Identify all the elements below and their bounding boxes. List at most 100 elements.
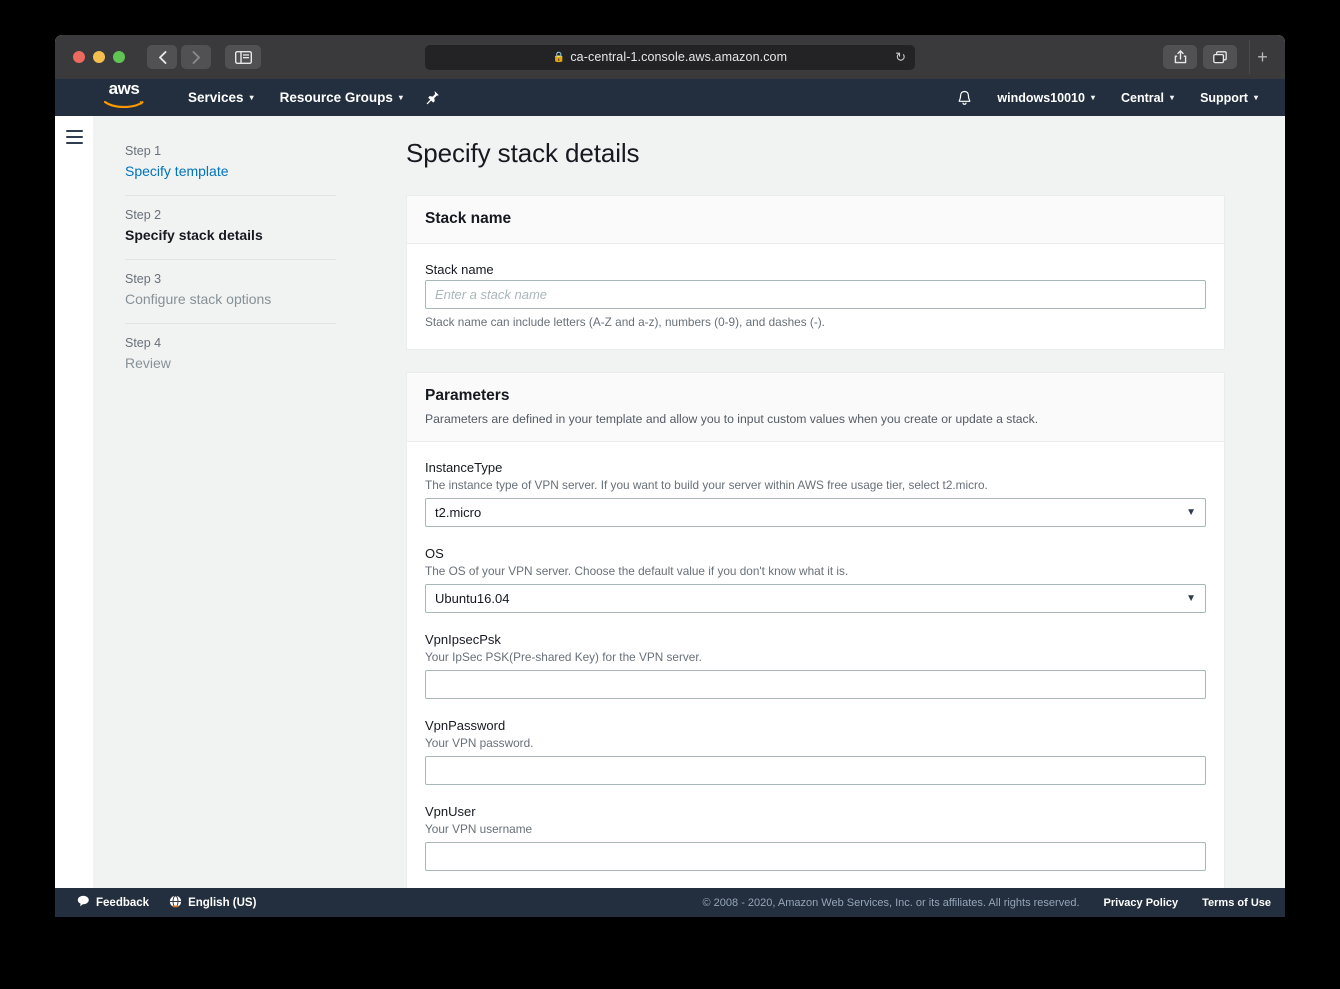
parameter-description: The instance type of VPN server. If you … [425,478,988,492]
terms-of-use-link[interactable]: Terms of Use [1202,897,1271,909]
parameter-label: VpnUser [425,804,476,819]
nav-services[interactable]: Services ▾ [175,79,267,116]
nav-support-label: Support [1200,90,1248,105]
nav-services-label: Services [188,90,244,105]
parameter-instancetype: InstanceType The instance type of VPN se… [425,460,1206,527]
step-label: Review [125,355,171,371]
step-number: Step 1 [125,144,162,158]
minimize-window-button[interactable] [93,51,105,63]
step-number: Step 2 [125,208,162,222]
share-icon[interactable] [1163,45,1197,69]
tab-overview-icon[interactable] [1203,45,1237,69]
privacy-policy-link[interactable]: Privacy Policy [1104,897,1179,909]
os-select[interactable]: Ubuntu16.04 ▼ [425,584,1206,613]
nav-account-label: windows10010 [997,90,1085,105]
app-body: Step 1 Specify template Step 2 Specify s… [55,116,1285,888]
parameters-description: Parameters are defined in your template … [425,412,1039,426]
language-button[interactable]: English (US) [169,894,257,911]
step-label: Configure stack options [125,291,272,307]
aws-top-navigation: aws Services ▾ Resource Groups ▾ windows… [55,79,1285,116]
language-label: English (US) [188,896,257,909]
instancetype-select[interactable]: t2.micro ▼ [425,498,1206,527]
url-text: ca-central-1.console.aws.amazon.com [570,50,788,64]
nav-account[interactable]: windows10010 ▾ [984,91,1108,105]
aws-nav-right: windows10010 ▾ Central ▾ Support ▾ [945,90,1271,106]
parameter-vpnpassword: VpnPassword Your VPN password. [425,718,1206,785]
chevron-down-icon: ▾ [398,93,403,102]
parameters-card-header: Parameters Parameters are defined in you… [407,373,1224,442]
step-number: Step 4 [125,336,162,350]
new-tab-button[interactable]: + [1249,40,1275,74]
reload-icon[interactable]: ↻ [895,51,906,64]
sidebar-item-configure-stack-options[interactable]: Step 3 Configure stack options [125,259,336,323]
wizard-steps: Step 1 Specify template Step 2 Specify s… [93,116,376,888]
chevron-down-icon: ▼ [1186,507,1196,518]
sidebar-item-specify-template[interactable]: Step 1 Specify template [125,132,336,195]
close-window-button[interactable] [73,51,85,63]
browser-right-buttons: + [1163,40,1275,74]
back-icon[interactable] [147,45,177,69]
stack-name-hint: Stack name can include letters (A-Z and … [425,315,825,329]
parameters-card-body: InstanceType The instance type of VPN se… [407,442,1224,888]
stack-name-input[interactable] [425,280,1206,309]
maximize-window-button[interactable] [113,51,125,63]
parameters-card: Parameters Parameters are defined in you… [406,372,1225,888]
left-rail [55,116,93,888]
chevron-down-icon: ▼ [1186,593,1196,604]
browser-toolbar: 🔒 ca-central-1.console.aws.amazon.com ↻ … [55,35,1285,79]
step-number: Step 3 [125,272,162,286]
stack-name-card-body: Stack name Stack name can include letter… [407,244,1224,349]
parameters-heading: Parameters [425,387,510,404]
os-value: Ubuntu16.04 [435,591,510,606]
parameter-description: Your VPN password. [425,736,534,750]
window-controls [73,51,125,63]
parameter-description: Your IpSec PSK(Pre-shared Key) for the V… [425,650,702,664]
parameter-vpnuser: VpnUser Your VPN username [425,804,1206,871]
vpnpassword-input[interactable] [425,756,1206,785]
feedback-label: Feedback [96,896,150,909]
main-content: Specify stack details Stack name Stack n… [376,116,1285,888]
nav-region[interactable]: Central ▾ [1108,91,1187,105]
bell-icon[interactable] [945,90,984,106]
stack-name-field: Stack name Stack name can include letter… [425,262,1206,329]
feedback-button[interactable]: Feedback [77,895,149,910]
aws-smile-icon [103,96,144,114]
sidebar-item-specify-stack-details[interactable]: Step 2 Specify stack details [125,195,336,259]
chevron-down-icon: ▾ [1170,93,1175,102]
nav-resource-groups[interactable]: Resource Groups ▾ [267,79,416,116]
pushpin-icon[interactable] [416,90,450,105]
hamburger-icon[interactable] [65,130,83,888]
footer-left: Feedback English (US) [77,894,257,911]
chevron-down-icon: ▾ [249,93,254,102]
parameter-label: VpnPassword [425,718,506,733]
vpnipsecpsk-input[interactable] [425,670,1206,699]
page-footer: Feedback English (US) © 2008 - 2020, Ama… [55,888,1285,917]
parameter-label: VpnIpsecPsk [425,632,501,647]
forward-icon[interactable] [181,45,211,69]
globe-icon [169,894,182,911]
parameter-description: The OS of your VPN server. Choose the de… [425,564,849,578]
sidebar-item-review[interactable]: Step 4 Review [125,323,336,387]
parameter-description: Your VPN username [425,822,533,836]
address-bar[interactable]: 🔒 ca-central-1.console.aws.amazon.com ↻ [425,44,915,70]
chevron-down-icon: ▾ [1253,93,1258,102]
stack-name-heading: Stack name [425,210,512,227]
step-label: Specify template [125,163,229,179]
nav-region-label: Central [1120,90,1165,105]
aws-logo[interactable]: aws [91,80,157,114]
parameter-os: OS The OS of your VPN server. Choose the… [425,546,1206,613]
parameter-label: OS [425,546,444,561]
page-title: Specify stack details [406,138,640,168]
step-label: Specify stack details [125,227,263,243]
parameter-label: InstanceType [425,460,503,475]
stack-name-card-header: Stack name [407,196,1224,244]
nav-support[interactable]: Support ▾ [1187,91,1271,105]
stack-name-card: Stack name Stack name Stack name can inc… [406,195,1225,350]
parameter-vpnipsecpsk: VpnIpsecPsk Your IpSec PSK(Pre-shared Ke… [425,632,1206,699]
vpnuser-input[interactable] [425,842,1206,871]
stack-name-label: Stack name [425,262,494,277]
copyright-text: © 2008 - 2020, Amazon Web Services, Inc.… [702,896,1080,909]
instancetype-value: t2.micro [435,505,482,520]
sidebar-toggle-icon[interactable] [225,45,261,69]
navigation-buttons [147,45,211,69]
